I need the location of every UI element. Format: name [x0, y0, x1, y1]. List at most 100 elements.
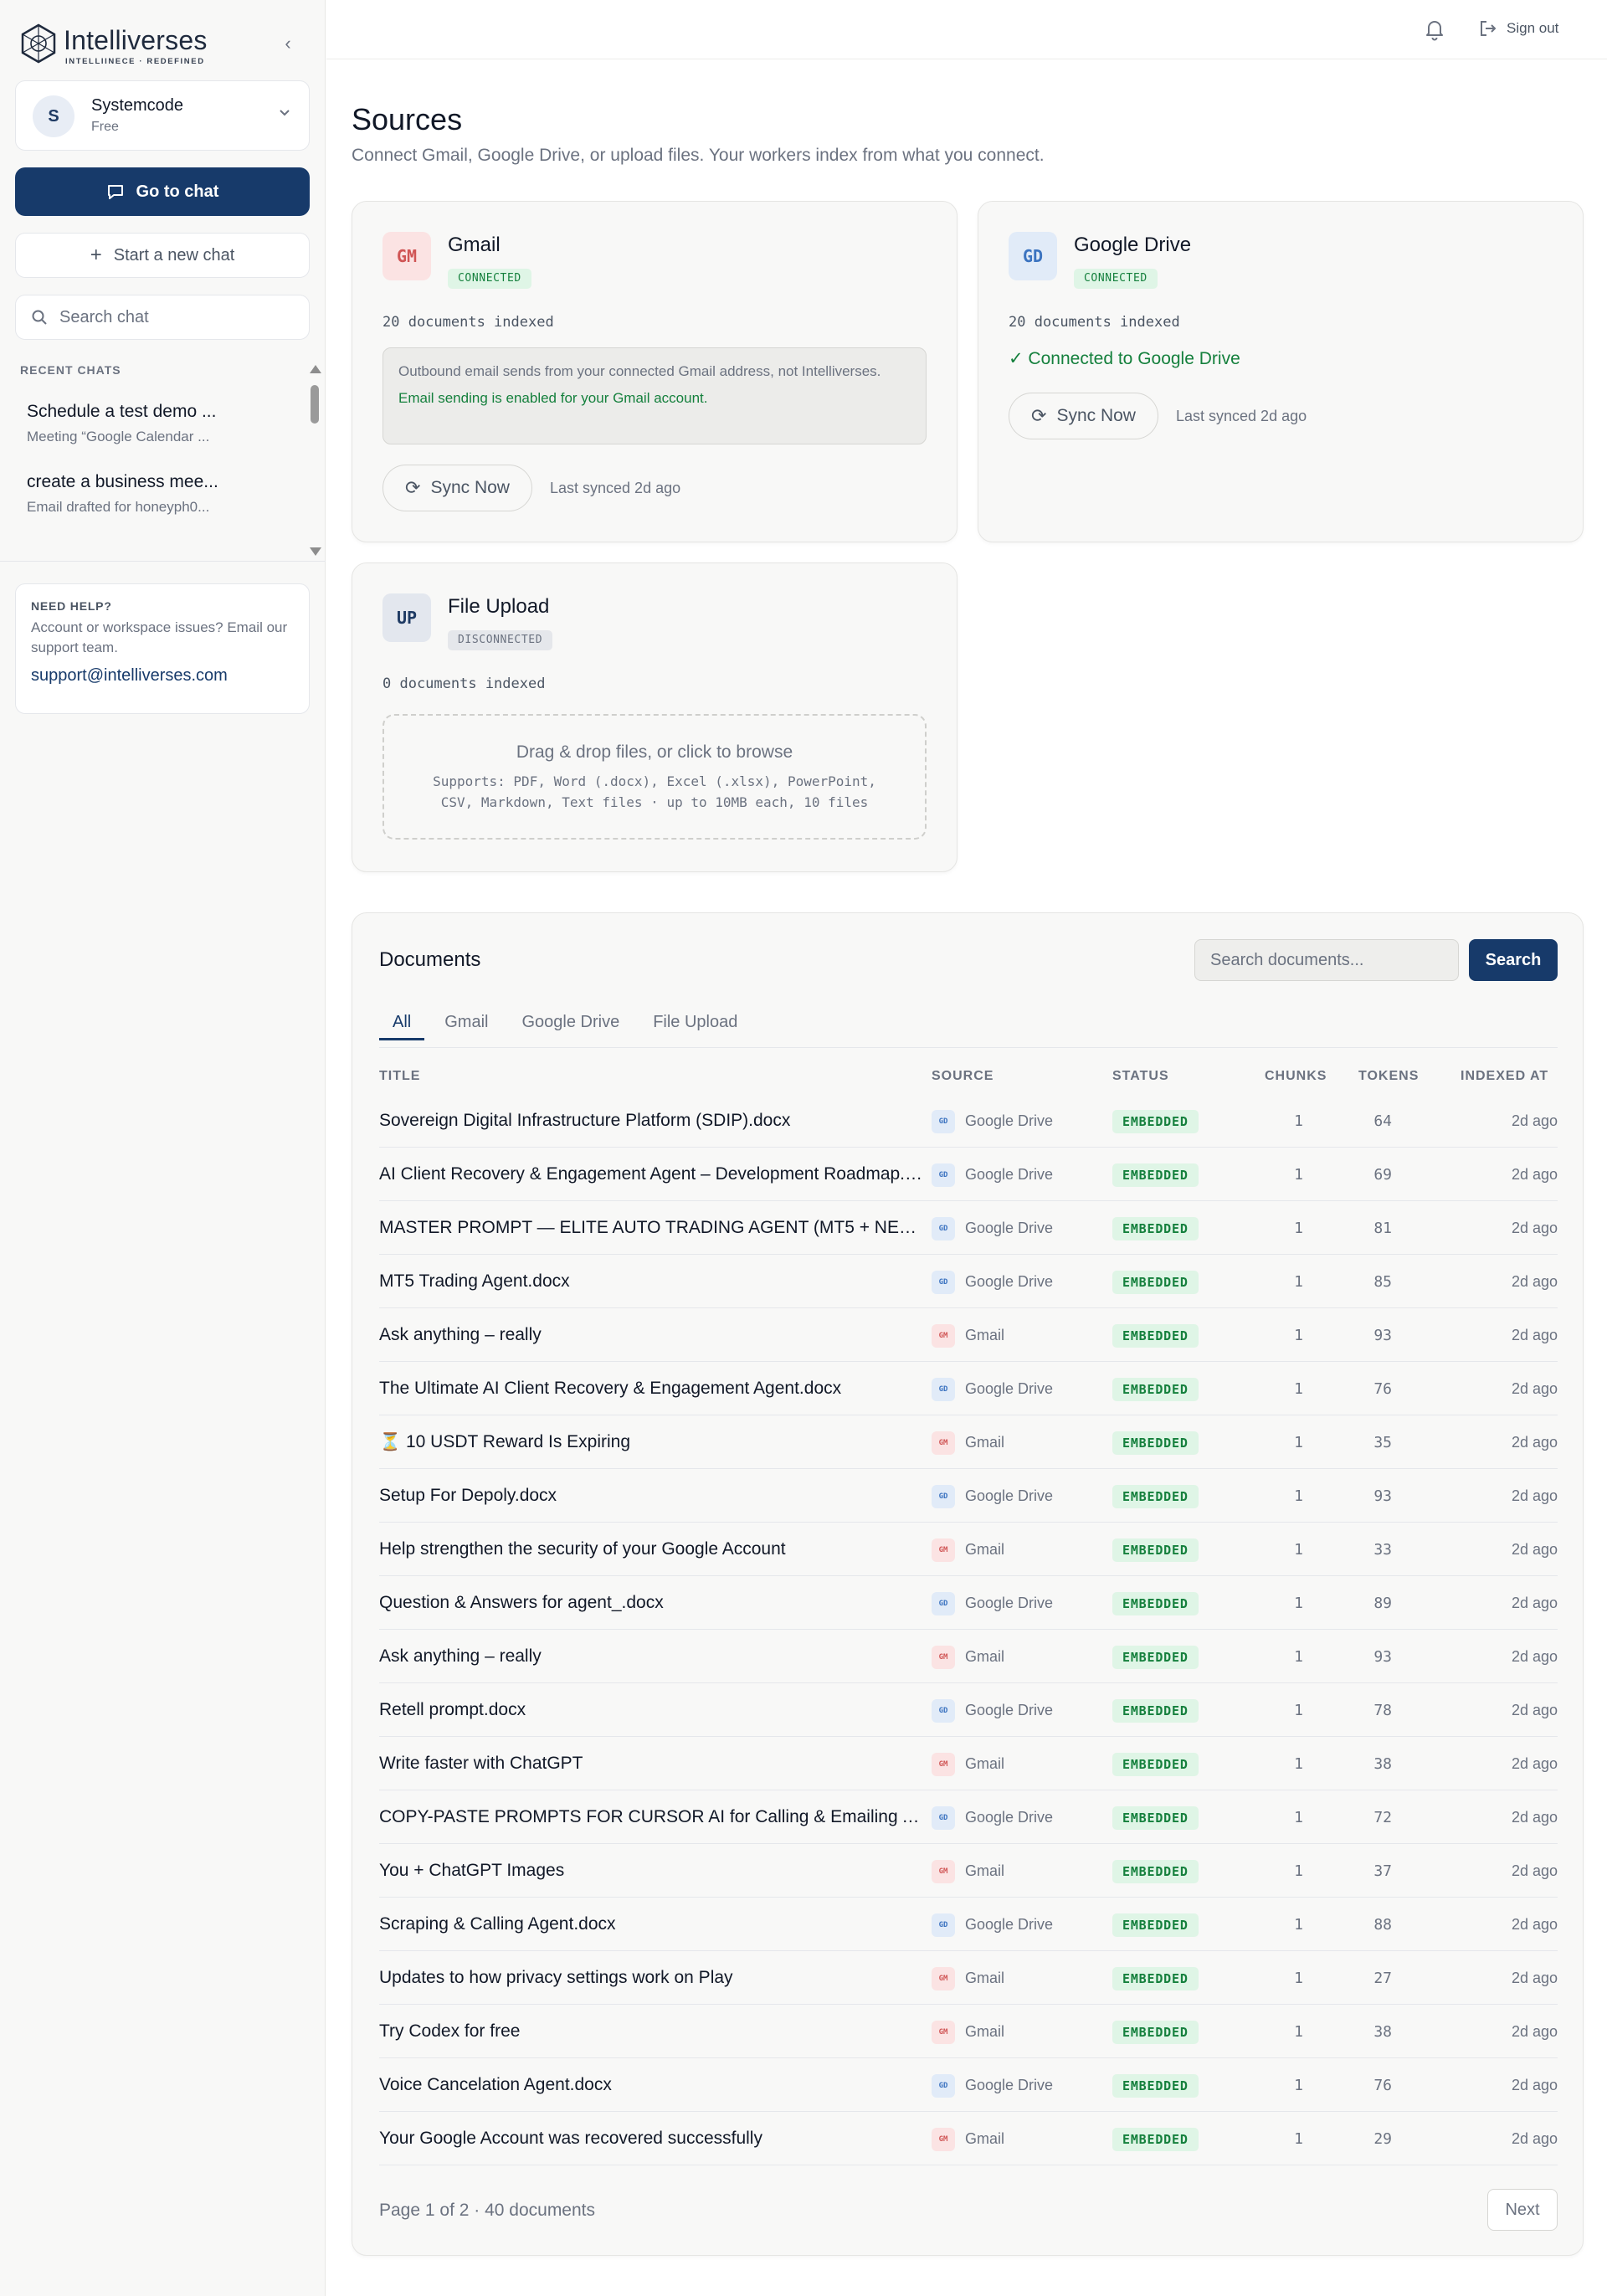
document-title[interactable]: You + ChatGPT Images: [379, 1861, 923, 1881]
document-source: Gmail: [965, 1755, 1005, 1772]
status-badge: EMBEDDED: [1112, 1967, 1199, 1990]
document-tokens: 93: [1373, 1487, 1392, 1505]
workspace-switcher[interactable]: S Systemcode Free: [15, 80, 310, 151]
documents-search-input[interactable]: Search documents...: [1194, 939, 1459, 981]
table-row[interactable]: ⏳ 10 USDT Reward Is Expiring GM Gmail EMBED…: [379, 1415, 1558, 1469]
table-row[interactable]: MASTER PROMPT — ELITE AUTO TRADING AGENT…: [379, 1201, 1558, 1255]
table-row[interactable]: Question & Answers for agent_.docx GD Goog…: [379, 1576, 1558, 1630]
drive-source-name: Google Drive: [1074, 234, 1192, 256]
google-drive-icon: GD: [932, 2074, 955, 2098]
status-badge: EMBEDDED: [1112, 1913, 1199, 1937]
sign-out-button[interactable]: Sign out: [1478, 18, 1558, 39]
document-title[interactable]: Scraping & Calling Agent.docx: [379, 1914, 923, 1934]
gmail-sync-button[interactable]: ⟳ Sync Now: [382, 465, 532, 511]
document-indexed-at: 2d ago: [1511, 1648, 1558, 1665]
table-row[interactable]: Write faster with ChatGPT GM Gmail EMBEDDED…: [379, 1737, 1558, 1790]
scrollbar-thumb[interactable]: [311, 385, 319, 424]
table-row[interactable]: You + ChatGPT Images GM Gmail EMBEDDED 1 37 2d…: [379, 1844, 1558, 1898]
recent-chats-scrollbar[interactable]: [308, 365, 321, 557]
scroll-down-arrow-icon[interactable]: [310, 547, 321, 556]
collapse-sidebar-icon[interactable]: ‹: [278, 33, 298, 54]
document-chunks: 1: [1294, 1220, 1303, 1237]
recent-chat-item[interactable]: create a business mee... Email drafted f…: [27, 472, 278, 516]
status-badge: EMBEDDED: [1112, 1646, 1199, 1669]
document-indexed-at: 2d ago: [1511, 1380, 1558, 1397]
scroll-up-arrow-icon[interactable]: [310, 365, 321, 373]
table-row[interactable]: Retell prompt.docx GD Google Drive EMBEDDED…: [379, 1683, 1558, 1737]
table-row[interactable]: The Ultimate AI Client Recovery & Engage…: [379, 1362, 1558, 1415]
document-source: Gmail: [965, 1541, 1005, 1558]
support-email-link[interactable]: support@intelliverses.com: [31, 666, 294, 686]
next-page-button[interactable]: Next: [1487, 2189, 1558, 2231]
document-source: Gmail: [965, 2130, 1005, 2147]
table-row[interactable]: COPY-PASTE PROMPTS FOR CURSOR AI for Cal…: [379, 1790, 1558, 1844]
new-chat-button[interactable]: + Start a new chat: [15, 233, 310, 278]
document-source: Google Drive: [965, 1220, 1054, 1236]
bell-icon[interactable]: [1423, 18, 1446, 41]
table-row[interactable]: Ask anything – really GM Gmail EMBEDDED 1 93 2…: [379, 1630, 1558, 1683]
document-title[interactable]: Sovereign Digital Infrastructure Platfor…: [379, 1111, 923, 1131]
document-chunks: 1: [1294, 1541, 1303, 1559]
document-title[interactable]: Write faster with ChatGPT: [379, 1754, 923, 1774]
tab-google-drive[interactable]: Google Drive: [508, 1005, 633, 1040]
recent-chat-item[interactable]: Schedule a test demo ... Meeting “Google…: [27, 402, 278, 445]
sync-label: Sync Now: [1056, 406, 1136, 425]
document-title[interactable]: Ask anything – really: [379, 1325, 923, 1345]
search-chat-input[interactable]: Search chat: [15, 295, 310, 340]
document-title[interactable]: Ask anything – really: [379, 1646, 923, 1667]
table-row[interactable]: Voice Cancelation Agent.docx GD Google Dri…: [379, 2058, 1558, 2112]
tab-file-upload[interactable]: File Upload: [639, 1005, 751, 1040]
document-chunks: 1: [1294, 1112, 1303, 1130]
document-chunks: 1: [1294, 1434, 1303, 1451]
document-title[interactable]: Question & Answers for agent_.docx: [379, 1593, 923, 1613]
table-row[interactable]: Scraping & Calling Agent.docx GD Google Dr…: [379, 1898, 1558, 1951]
google-drive-icon: GD: [932, 1163, 955, 1187]
go-to-chat-button[interactable]: Go to chat: [15, 167, 310, 216]
document-chunks: 1: [1294, 1862, 1303, 1880]
document-title[interactable]: Your Google Account was recovered succes…: [379, 2129, 923, 2149]
document-title[interactable]: The Ultimate AI Client Recovery & Engage…: [379, 1379, 923, 1399]
document-indexed-at: 2d ago: [1511, 1970, 1558, 1986]
table-row[interactable]: Sovereign Digital Infrastructure Platfor…: [379, 1094, 1558, 1148]
document-source: Google Drive: [965, 1487, 1054, 1504]
document-title[interactable]: MT5 Trading Agent.docx: [379, 1271, 923, 1292]
table-row[interactable]: MT5 Trading Agent.docx GD Google Drive EMBE…: [379, 1255, 1558, 1308]
document-chunks: 1: [1294, 1487, 1303, 1505]
document-title[interactable]: Updates to how privacy settings work on …: [379, 1968, 923, 1988]
document-title[interactable]: Help strengthen the security of your Goo…: [379, 1539, 923, 1559]
table-row[interactable]: Setup For Depoly.docx GD Google Drive EMBED…: [379, 1469, 1558, 1523]
google-drive-icon: GD: [932, 1110, 955, 1133]
table-row[interactable]: Ask anything – really GM Gmail EMBEDDED 1 93 2…: [379, 1308, 1558, 1362]
document-title[interactable]: AI Client Recovery & Engagement Agent – …: [379, 1164, 923, 1184]
gmail-status-badge: CONNECTED: [448, 269, 531, 289]
document-title[interactable]: Retell prompt.docx: [379, 1700, 923, 1720]
help-body: Account or workspace issues? Email our s…: [31, 619, 288, 655]
tab-all[interactable]: All: [379, 1005, 425, 1040]
document-title[interactable]: ⏳ 10 USDT Reward Is Expiring: [379, 1432, 923, 1452]
document-tokens: 35: [1373, 1434, 1392, 1451]
drive-connected-message: ✓ Connected to Google Drive: [1009, 349, 1240, 368]
file-dropzone[interactable]: Drag & drop files, or click to browse Su…: [382, 714, 927, 840]
document-tokens: 37: [1373, 1862, 1392, 1880]
document-title[interactable]: Voice Cancelation Agent.docx: [379, 2075, 923, 2095]
recent-chat-title: Schedule a test demo ...: [27, 402, 217, 421]
document-title[interactable]: Try Codex for free: [379, 2021, 923, 2042]
pagination-info: Page 1 of 2 · 40 documents: [379, 2201, 595, 2220]
brand-logo[interactable]: Intelliverses INTELLIINECE · REDEFINED: [20, 23, 296, 67]
documents-search-button[interactable]: Search: [1469, 939, 1558, 981]
sidebar-divider: [0, 561, 326, 562]
refresh-icon: ⟳: [1031, 405, 1047, 426]
table-row[interactable]: AI Client Recovery & Engagement Agent – …: [379, 1148, 1558, 1201]
document-tokens: 88: [1373, 1916, 1392, 1934]
document-chunks: 1: [1294, 1648, 1303, 1666]
document-title[interactable]: MASTER PROMPT — ELITE AUTO TRADING AGENT…: [379, 1218, 923, 1238]
table-row[interactable]: Try Codex for free GM Gmail EMBEDDED 1 38 2d a…: [379, 2005, 1558, 2058]
table-row[interactable]: Your Google Account was recovered succes…: [379, 2112, 1558, 2165]
document-title[interactable]: COPY-PASTE PROMPTS FOR CURSOR AI for Cal…: [379, 1807, 923, 1827]
table-row[interactable]: Updates to how privacy settings work on …: [379, 1951, 1558, 2005]
document-title[interactable]: Setup For Depoly.docx: [379, 1486, 923, 1506]
tab-gmail[interactable]: Gmail: [431, 1005, 501, 1040]
table-row[interactable]: Help strengthen the security of your Goo…: [379, 1523, 1558, 1576]
recent-chat-title: create a business mee...: [27, 472, 218, 491]
drive-sync-button[interactable]: ⟳ Sync Now: [1009, 393, 1158, 439]
